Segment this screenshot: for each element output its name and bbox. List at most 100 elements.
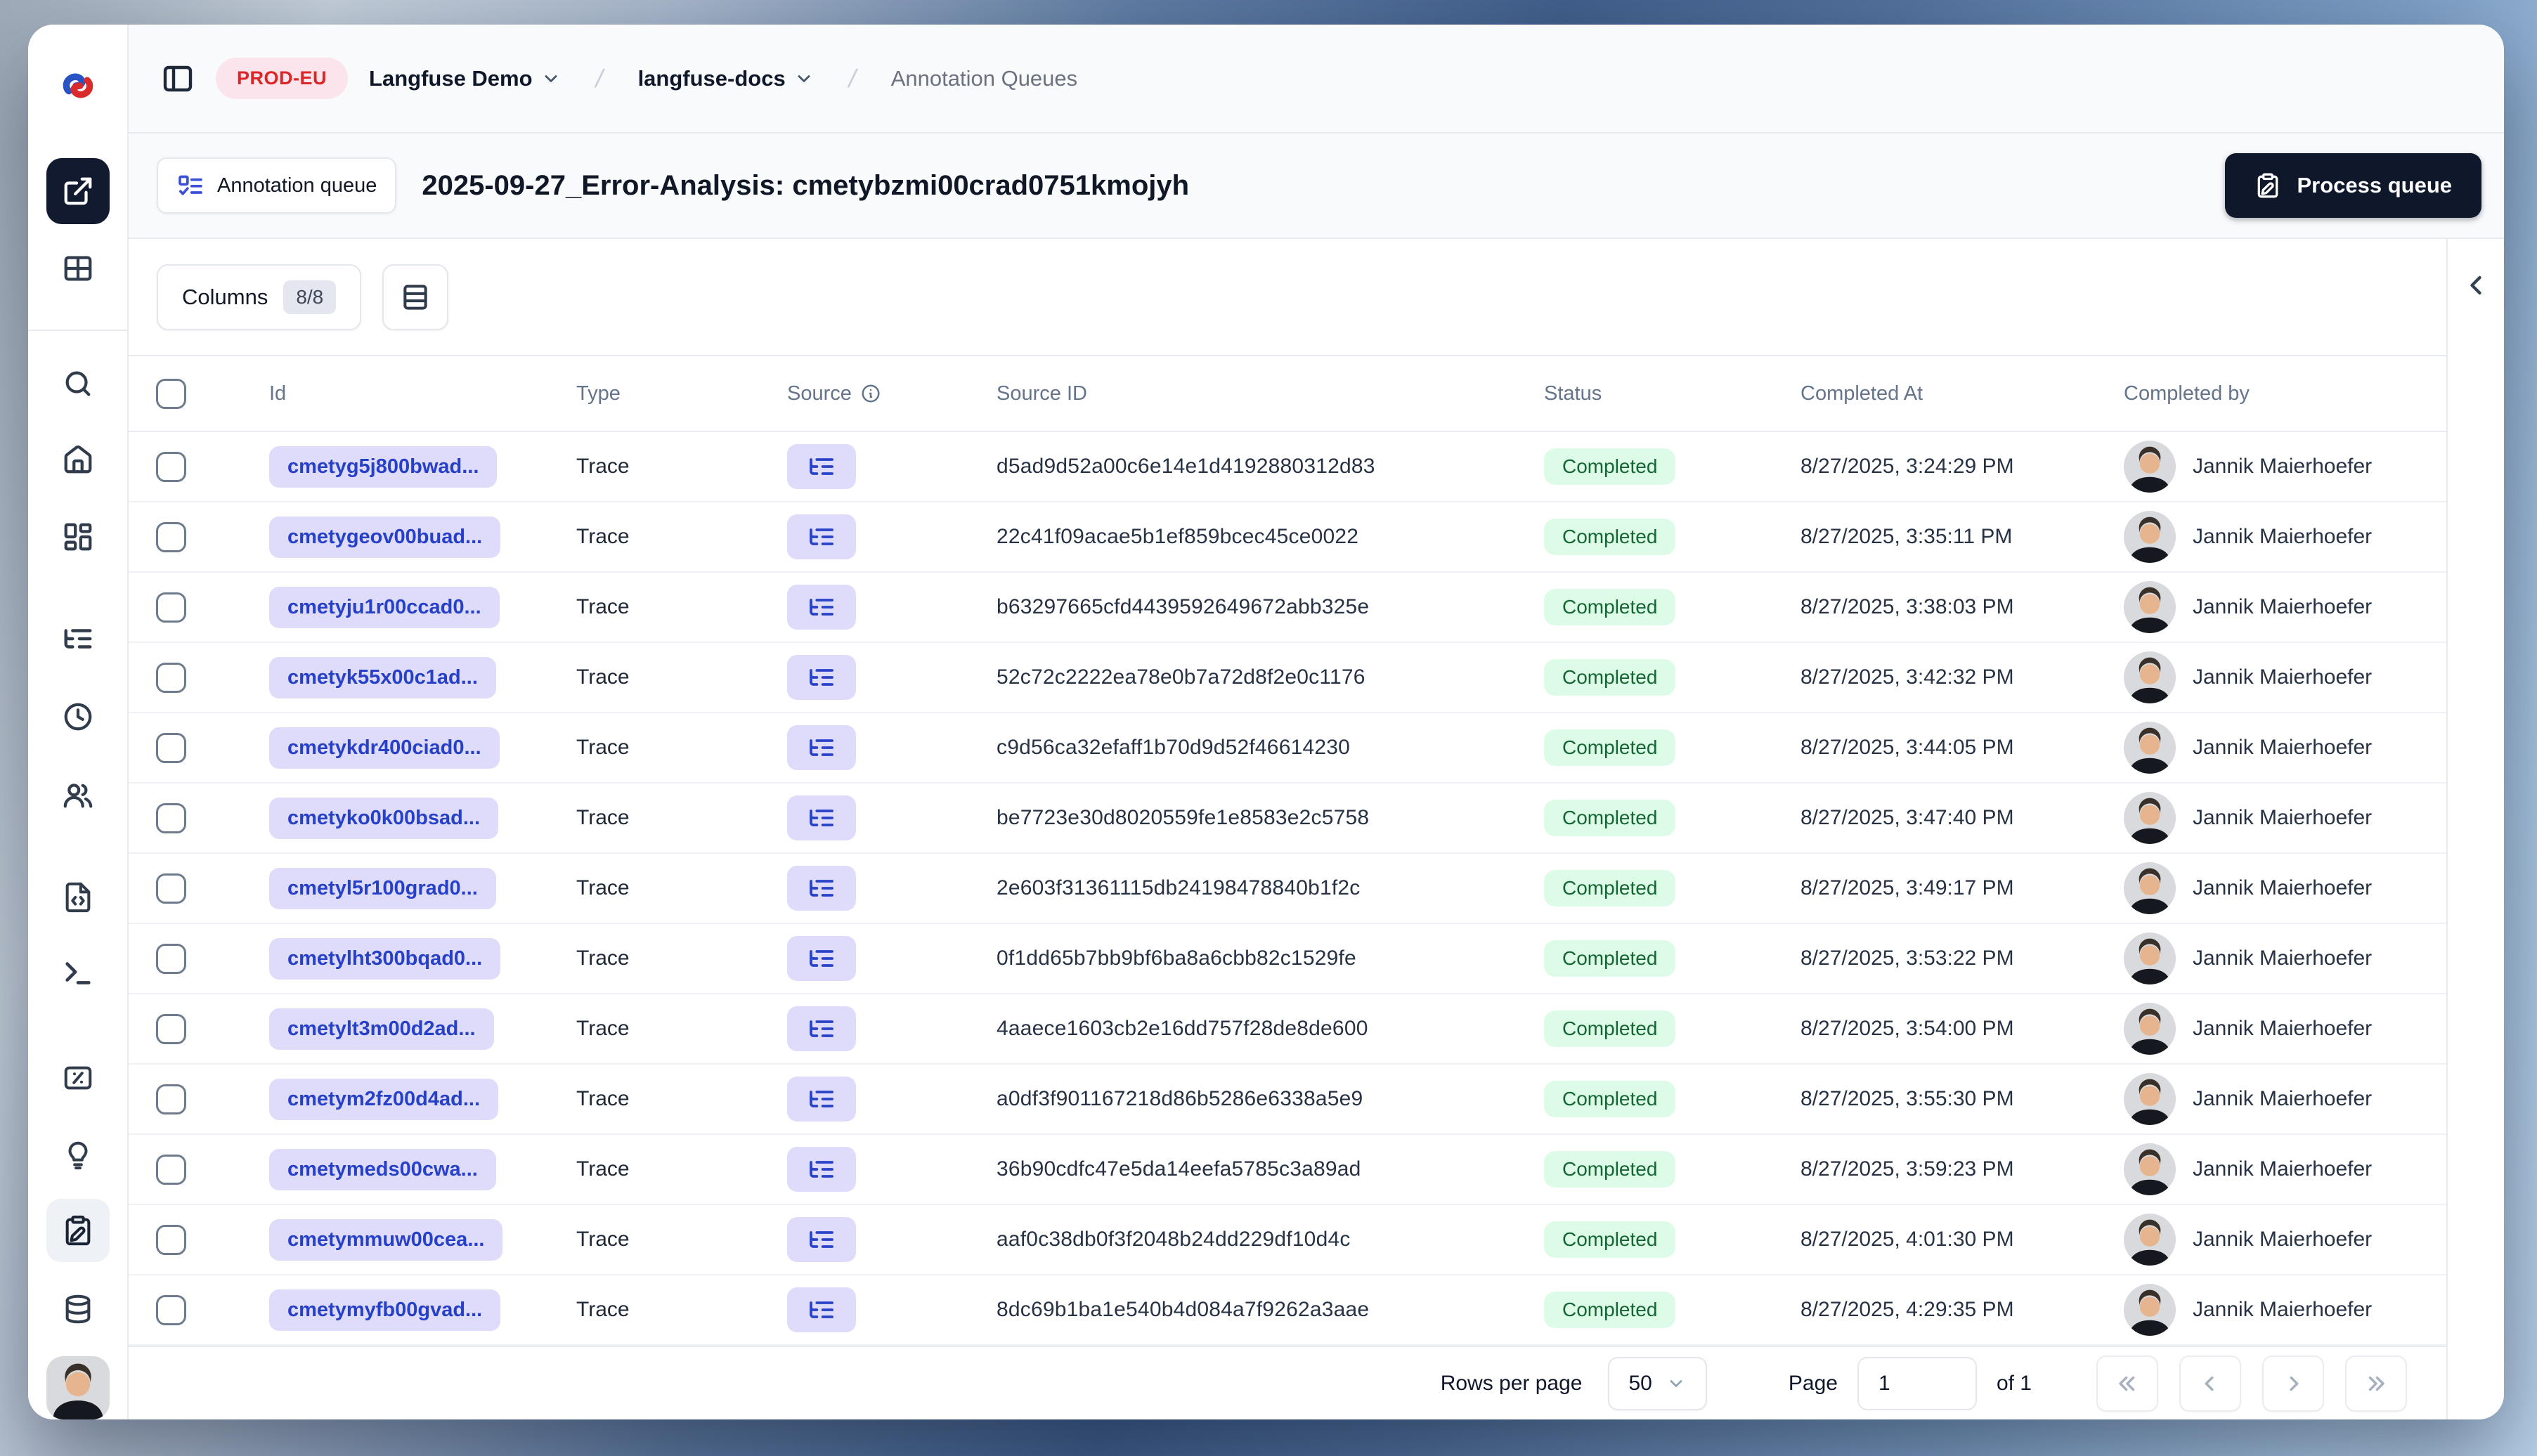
- breadcrumb-project[interactable]: langfuse-docs: [638, 66, 814, 91]
- completed-by-name: Jannik Maierhoefer: [2193, 595, 2373, 618]
- table-row[interactable]: cmetyl5r100grad0... Trace 2e603f31361115…: [129, 854, 2446, 924]
- column-header-source[interactable]: Source: [787, 382, 881, 405]
- table-row[interactable]: cmetygeov00buad... Trace 22c41f09acae5b1…: [129, 502, 2446, 573]
- source-trace-button[interactable]: [787, 444, 856, 489]
- source-trace-button[interactable]: [787, 1006, 856, 1051]
- completed-at-value: 8/27/2025, 3:42:32 PM: [1800, 665, 2014, 689]
- queue-type-badge[interactable]: Annotation queue: [157, 157, 397, 214]
- source-trace-button[interactable]: [787, 585, 856, 630]
- row-checkbox[interactable]: [156, 662, 186, 693]
- source-trace-button[interactable]: [787, 1077, 856, 1122]
- last-page-button[interactable]: [2345, 1355, 2407, 1412]
- table-row[interactable]: cmetylt3m00d2ad... Trace 4aaece1603cb2e1…: [129, 994, 2446, 1065]
- sidebar-item-evaluation[interactable]: [46, 1046, 110, 1109]
- breadcrumb-org[interactable]: Langfuse Demo: [369, 66, 561, 91]
- column-header-id[interactable]: Id: [269, 382, 286, 405]
- sidebar-item-prompts[interactable]: [46, 866, 110, 929]
- open-in-new-button[interactable]: [46, 158, 110, 224]
- source-trace-button[interactable]: [787, 1287, 856, 1332]
- item-id-badge[interactable]: cmetyl5r100grad0...: [269, 867, 496, 909]
- row-checkbox[interactable]: [156, 943, 186, 974]
- table-row[interactable]: cmetyk55x00c1ad... Trace 52c72c2222ea78e…: [129, 643, 2446, 713]
- column-header-status[interactable]: Status: [1544, 382, 1602, 405]
- source-trace-button[interactable]: [787, 655, 856, 700]
- source-trace-button[interactable]: [787, 514, 856, 559]
- completed-at-value: 8/27/2025, 3:38:03 PM: [1800, 595, 2014, 618]
- column-header-source-id[interactable]: Source ID: [997, 382, 1087, 405]
- row-checkbox[interactable]: [156, 1013, 186, 1044]
- sidebar-item-annotation-queues[interactable]: [46, 1199, 110, 1262]
- next-page-button[interactable]: [2262, 1355, 2324, 1412]
- item-id-badge[interactable]: cmetygeov00buad...: [269, 516, 501, 558]
- row-checkbox[interactable]: [156, 802, 186, 833]
- item-id-badge[interactable]: cmetymeds00cwa...: [269, 1148, 496, 1190]
- completed-at-value: 8/27/2025, 4:01:30 PM: [1800, 1228, 2014, 1251]
- sidebar-item-home[interactable]: [46, 428, 110, 491]
- list-tree-icon: [807, 1155, 836, 1183]
- sidebar-item-search[interactable]: [46, 352, 110, 415]
- item-id-badge[interactable]: cmetyk55x00c1ad...: [269, 656, 496, 698]
- item-id-badge[interactable]: cmetym2fz00d4ad...: [269, 1078, 499, 1120]
- rows-per-page-select[interactable]: 50: [1607, 1356, 1707, 1410]
- column-header-type[interactable]: Type: [576, 382, 621, 405]
- completed-at-value: 8/27/2025, 3:59:23 PM: [1800, 1157, 2014, 1181]
- table-row[interactable]: cmetykdr400ciad0... Trace c9d56ca32efaff…: [129, 713, 2446, 784]
- expand-panel-button[interactable]: [2460, 270, 2491, 303]
- source-trace-button[interactable]: [787, 1217, 856, 1262]
- item-id-badge[interactable]: cmetymmuw00cea...: [269, 1218, 503, 1261]
- row-checkbox[interactable]: [156, 873, 186, 904]
- sidebar-item-tracing[interactable]: [46, 607, 110, 670]
- row-height-button[interactable]: [382, 264, 449, 330]
- sidebar-item-insights[interactable]: [46, 1123, 110, 1186]
- table-row[interactable]: cmetymeds00cwa... Trace 36b90cdfc47e5da1…: [129, 1135, 2446, 1205]
- table-row[interactable]: cmetymyfb00gvad... Trace 8dc69b1ba1e540b…: [129, 1275, 2446, 1346]
- source-trace-button[interactable]: [787, 725, 856, 770]
- sidebar-item-dashboard[interactable]: [46, 505, 110, 568]
- sidebar-item-datasets[interactable]: [46, 1278, 110, 1341]
- row-checkbox[interactable]: [156, 732, 186, 763]
- row-checkbox[interactable]: [156, 1084, 186, 1114]
- first-page-button[interactable]: [2096, 1355, 2158, 1412]
- sidebar-toggle-button[interactable]: [161, 62, 195, 96]
- source-trace-button[interactable]: [787, 936, 856, 981]
- item-id-badge[interactable]: cmetymyfb00gvad...: [269, 1289, 501, 1331]
- rows-icon: [403, 284, 427, 310]
- page-number-input[interactable]: [1857, 1356, 1977, 1410]
- sidebar-item-playground[interactable]: [46, 942, 110, 1005]
- item-id-badge[interactable]: cmetyju1r00ccad0...: [269, 586, 500, 628]
- table-row[interactable]: cmetyko0k00bsad... Trace be7723e30d80205…: [129, 784, 2446, 854]
- completed-by-name: Jannik Maierhoefer: [2193, 947, 2373, 970]
- chevron-left-icon: [2470, 275, 2481, 295]
- table-row[interactable]: cmetymmuw00cea... Trace aaf0c38db0f3f204…: [129, 1205, 2446, 1275]
- table-row[interactable]: cmetym2fz00d4ad... Trace a0df3f901167218…: [129, 1065, 2446, 1135]
- row-checkbox[interactable]: [156, 1294, 186, 1325]
- row-checkbox[interactable]: [156, 1154, 186, 1185]
- sidebar-item-sessions[interactable]: [46, 685, 110, 748]
- item-id-badge[interactable]: cmetylht300bqad0...: [269, 937, 501, 980]
- row-checkbox[interactable]: [156, 451, 186, 482]
- source-trace-button[interactable]: [787, 1147, 856, 1192]
- table-row[interactable]: cmetyg5j800bwad... Trace d5ad9d52a00c6e1…: [129, 432, 2446, 502]
- column-header-completed-at[interactable]: Completed At: [1800, 382, 1923, 405]
- row-checkbox[interactable]: [156, 592, 186, 623]
- column-header-completed-by[interactable]: Completed by: [2124, 382, 2250, 405]
- select-all-checkbox[interactable]: [156, 378, 186, 409]
- previous-page-button[interactable]: [2179, 1355, 2241, 1412]
- source-trace-button[interactable]: [787, 795, 856, 840]
- chevron-left-icon: [2205, 1376, 2214, 1391]
- row-checkbox[interactable]: [156, 521, 186, 552]
- item-id-badge[interactable]: cmetykdr400ciad0...: [269, 727, 500, 769]
- sidebar-item-table-view[interactable]: [46, 237, 110, 300]
- item-id-badge[interactable]: cmetylt3m00d2ad...: [269, 1008, 494, 1050]
- table-row[interactable]: cmetyju1r00ccad0... Trace b63297665cfd44…: [129, 573, 2446, 643]
- user-avatar[interactable]: [46, 1356, 110, 1419]
- completed-by-name: Jannik Maierhoefer: [2193, 876, 2373, 899]
- columns-button[interactable]: Columns 8/8: [157, 264, 362, 330]
- source-trace-button[interactable]: [787, 866, 856, 911]
- table-row[interactable]: cmetylht300bqad0... Trace 0f1dd65b7bb9bf…: [129, 924, 2446, 994]
- process-queue-button[interactable]: Process queue: [2225, 153, 2481, 218]
- item-id-badge[interactable]: cmetyg5j800bwad...: [269, 446, 498, 488]
- row-checkbox[interactable]: [156, 1224, 186, 1255]
- sidebar-item-users[interactable]: [46, 764, 110, 827]
- item-id-badge[interactable]: cmetyko0k00bsad...: [269, 797, 499, 839]
